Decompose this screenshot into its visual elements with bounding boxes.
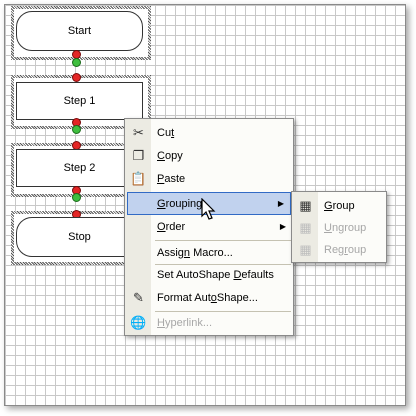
format-shape-icon: ✎ <box>133 289 144 305</box>
menu-item-label: Grouping <box>157 197 203 210</box>
menu-item-assign-macro[interactable]: Assign Macro... <box>125 241 293 264</box>
connector-point-red[interactable] <box>72 73 81 82</box>
menu-item-regroup: ▦ Regroup <box>292 238 386 261</box>
menu-item-label: Regroup <box>324 243 367 256</box>
menu-item-label: Assign Macro... <box>157 246 233 259</box>
menu-item-set-autoshape-defaults[interactable]: Set AutoShape Defaults <box>125 263 293 286</box>
regroup-icon: ▦ <box>299 241 312 257</box>
ungroup-icon: ▦ <box>299 219 312 235</box>
step1-shape[interactable]: Step 1 <box>16 82 143 120</box>
connector-point-green[interactable] <box>72 193 81 202</box>
start-shape[interactable]: Start <box>16 11 143 51</box>
submenu-arrow-icon: ▶ <box>279 222 286 231</box>
menu-item-label: Group <box>324 199 355 212</box>
menu-item-label: Cut <box>157 126 175 139</box>
paste-icon: 📋 <box>130 170 147 186</box>
menu-item-cut[interactable]: ✂ Cut <box>125 121 293 144</box>
context-menu: ✂ Cut ❐ Copy 📋 Paste Grouping ▶ Order ▶ … <box>124 118 294 336</box>
connector-point-green[interactable] <box>72 58 81 67</box>
menu-item-label: Set AutoShape Defaults <box>157 268 274 281</box>
hyperlink-icon: 🌐 <box>130 314 147 330</box>
connector-point-green[interactable] <box>72 125 81 134</box>
menu-item-label: Hyperlink... <box>157 316 213 329</box>
menu-item-copy[interactable]: ❐ Copy <box>125 144 293 167</box>
menu-item-hyperlink: 🌐 Hyperlink... <box>125 311 293 334</box>
copy-icon: ❐ <box>132 147 145 163</box>
menu-item-group[interactable]: ▦ Group <box>292 194 386 217</box>
menu-item-paste[interactable]: 📋 Paste <box>125 167 293 190</box>
menu-item-label: Order <box>157 220 186 233</box>
step2-shape-label: Step 2 <box>63 162 96 174</box>
scissors-icon: ✂ <box>133 124 144 140</box>
grouping-submenu: ▦ Group ▦ Ungroup ▦ Regroup <box>291 191 387 263</box>
menu-item-label: Copy <box>157 149 183 162</box>
menu-item-label: Ungroup <box>324 221 367 234</box>
menu-item-format-autoshape[interactable]: ✎ Format AutoShape... <box>125 286 293 309</box>
group-icon: ▦ <box>299 197 312 213</box>
menu-item-ungroup: ▦ Ungroup <box>292 216 386 239</box>
stop-shape-label: Stop <box>68 231 91 243</box>
step1-shape-label: Step 1 <box>63 95 96 107</box>
start-shape-label: Start <box>67 25 92 37</box>
menu-item-label: Paste <box>157 172 186 185</box>
mouse-pointer-icon <box>201 198 216 220</box>
menu-item-label: Format AutoShape... <box>157 291 258 304</box>
submenu-arrow-icon: ▶ <box>277 199 284 208</box>
